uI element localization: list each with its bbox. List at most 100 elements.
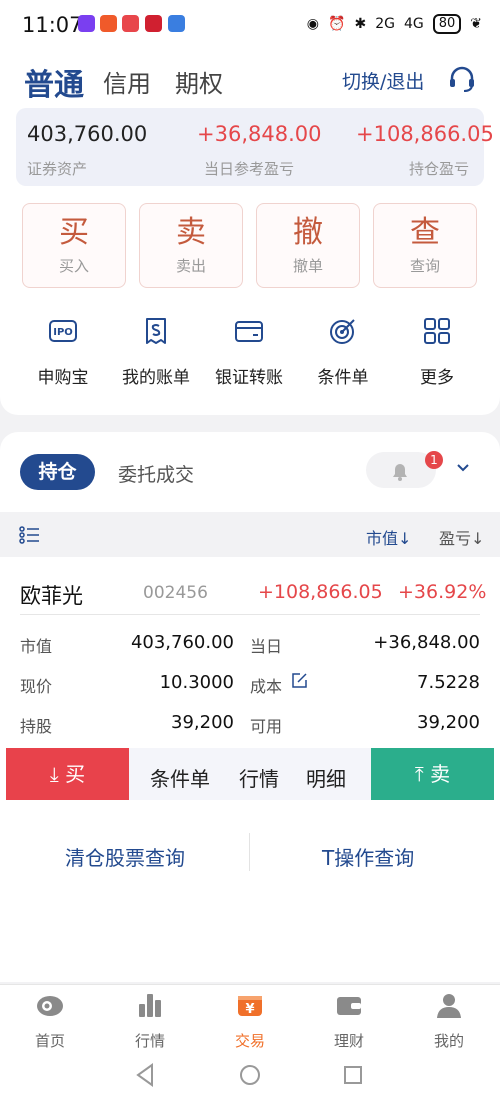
- sell-action-glyph: 卖: [176, 215, 206, 250]
- sell-action-label: 卖出: [175, 257, 206, 275]
- tool-conditional[interactable]: 条件单: [293, 315, 393, 388]
- detail-button[interactable]: 明细: [306, 763, 346, 792]
- holding-pnl-value: +108,866.05: [356, 122, 494, 146]
- back-nav-icon[interactable]: [135, 1062, 155, 1088]
- notification-badge: 1: [425, 451, 443, 469]
- tab-options[interactable]: 期权: [175, 64, 223, 99]
- app-notification-icon: [122, 15, 139, 32]
- bill-icon: [146, 318, 166, 344]
- nav-trade-label: 交易: [234, 1032, 265, 1050]
- cost-label: 成本: [250, 677, 283, 696]
- securities-value: 403,760.00: [27, 122, 148, 146]
- stock-buy-label: 买: [65, 762, 86, 786]
- tool-bill-label: 我的账单: [122, 368, 190, 388]
- stock-pnl: +108,866.05: [258, 581, 383, 603]
- home-nav-icon[interactable]: [238, 1062, 262, 1088]
- switch-logout-link[interactable]: 切换/退出: [342, 67, 424, 94]
- stock-sell-label: 卖: [430, 762, 451, 786]
- tool-more-label: 更多: [420, 368, 454, 388]
- leaf-icon: ❦: [470, 16, 482, 32]
- wallet-icon: [337, 997, 361, 1015]
- tab-credit[interactable]: 信用: [103, 64, 151, 99]
- query-action-label: 查询: [409, 257, 440, 275]
- stock-sell-button[interactable]: ⤒ 卖: [371, 748, 494, 800]
- nav-trade[interactable]: ¥ 交易: [210, 990, 290, 1051]
- sell-up-arrow-icon: ⤒: [414, 762, 424, 786]
- today-value: +36,848.00: [373, 632, 480, 653]
- target-icon: [330, 319, 355, 344]
- signal-2g-icon: 2G: [375, 16, 395, 32]
- cancel-action-label: 撤单: [292, 257, 323, 275]
- nav-finance-label: 理财: [333, 1032, 364, 1050]
- query-action-glyph: 查: [410, 215, 440, 250]
- home-icon: [37, 996, 63, 1016]
- chevron-down-icon[interactable]: [455, 460, 471, 476]
- nav-home[interactable]: 首页: [10, 990, 90, 1051]
- card-icon: [235, 321, 263, 342]
- app-notification-icon: [168, 15, 185, 32]
- tab-holdings[interactable]: 持仓: [20, 454, 95, 490]
- app-notification-icon: [78, 15, 95, 32]
- headset-icon[interactable]: [447, 64, 477, 94]
- signal-4g-icon: 4G: [403, 16, 424, 32]
- daily-pnl-value: +36,848.00: [197, 122, 322, 146]
- tab-normal[interactable]: 普通: [24, 60, 84, 104]
- tool-transfer[interactable]: 银证转账: [199, 315, 299, 388]
- tool-bill[interactable]: 我的账单: [106, 315, 206, 388]
- tool-more[interactable]: 更多: [387, 315, 487, 388]
- quote-button[interactable]: 行情: [239, 763, 279, 792]
- alarm-icon: ⏰: [328, 16, 346, 32]
- tool-ipo-label: 申购宝: [37, 368, 89, 388]
- buy-action-label: 买入: [58, 257, 89, 275]
- t-operation-query-link[interactable]: T操作查询: [322, 842, 414, 871]
- buy-action-button[interactable]: 买 买入: [22, 203, 126, 288]
- nav-market-label: 行情: [134, 1032, 165, 1050]
- cost-value: 7.5228: [417, 672, 480, 693]
- tab-orders[interactable]: 委托成交: [118, 460, 194, 487]
- nav-finance[interactable]: 理财: [309, 990, 389, 1051]
- stock-pnl-pct: +36.92%: [398, 581, 487, 603]
- stock-name: 欧菲光: [20, 584, 83, 608]
- available-label: 可用: [250, 717, 283, 736]
- sort-market-value[interactable]: 市值↓: [366, 525, 411, 549]
- divider: [249, 833, 250, 871]
- nav-mine[interactable]: 我的: [409, 990, 489, 1051]
- today-label: 当日: [250, 637, 283, 656]
- holding-pnl-label: 持仓盈亏: [409, 160, 470, 178]
- price-value: 10.3000: [159, 672, 234, 693]
- tool-ipo[interactable]: IPO 申购宝: [13, 315, 113, 388]
- recents-nav-icon[interactable]: [342, 1062, 364, 1088]
- app-notification-icon: [145, 15, 162, 32]
- buy-down-arrow-icon: ⤓: [49, 762, 59, 786]
- shares-label: 持股: [20, 717, 53, 736]
- nav-market[interactable]: 行情: [110, 990, 190, 1051]
- nav-mine-label: 我的: [433, 1032, 464, 1050]
- stock-code: 002456: [143, 583, 208, 603]
- ipo-icon-text: IPO: [53, 327, 73, 338]
- cancel-action-button[interactable]: 撤 撤单: [256, 203, 360, 288]
- market-value: 403,760.00: [130, 632, 234, 653]
- query-action-button[interactable]: 查 查询: [373, 203, 477, 288]
- buy-action-glyph: 买: [59, 215, 89, 250]
- sell-action-button[interactable]: 卖 卖出: [139, 203, 243, 288]
- conditional-order-button[interactable]: 条件单: [150, 763, 210, 792]
- app-notification-icon: [100, 15, 117, 32]
- battery-icon: 80: [432, 14, 462, 34]
- available-value: 39,200: [417, 712, 480, 733]
- shares-value: 39,200: [171, 712, 234, 733]
- stock-buy-button[interactable]: ⤓ 买: [6, 748, 129, 800]
- user-icon: [437, 994, 461, 1018]
- sort-pnl[interactable]: 盈亏↓: [439, 525, 484, 549]
- edit-icon[interactable]: [291, 672, 308, 689]
- trade-icon: ¥: [238, 996, 262, 1017]
- daily-pnl-label: 当日参考盈亏: [204, 160, 295, 178]
- clear-stock-query-link[interactable]: 清仓股票查询: [65, 842, 185, 871]
- status-icons: ◉ ⏰ ✱ 2G 4G 80 ❦: [307, 14, 482, 34]
- list-view-icon[interactable]: [19, 526, 41, 544]
- cancel-action-glyph: 撤: [293, 215, 323, 250]
- tool-transfer-label: 银证转账: [215, 368, 283, 388]
- nav-home-label: 首页: [34, 1032, 65, 1050]
- price-label: 现价: [20, 677, 53, 696]
- eye-icon: ◉: [306, 16, 320, 32]
- bluetooth-icon: ✱: [354, 16, 367, 32]
